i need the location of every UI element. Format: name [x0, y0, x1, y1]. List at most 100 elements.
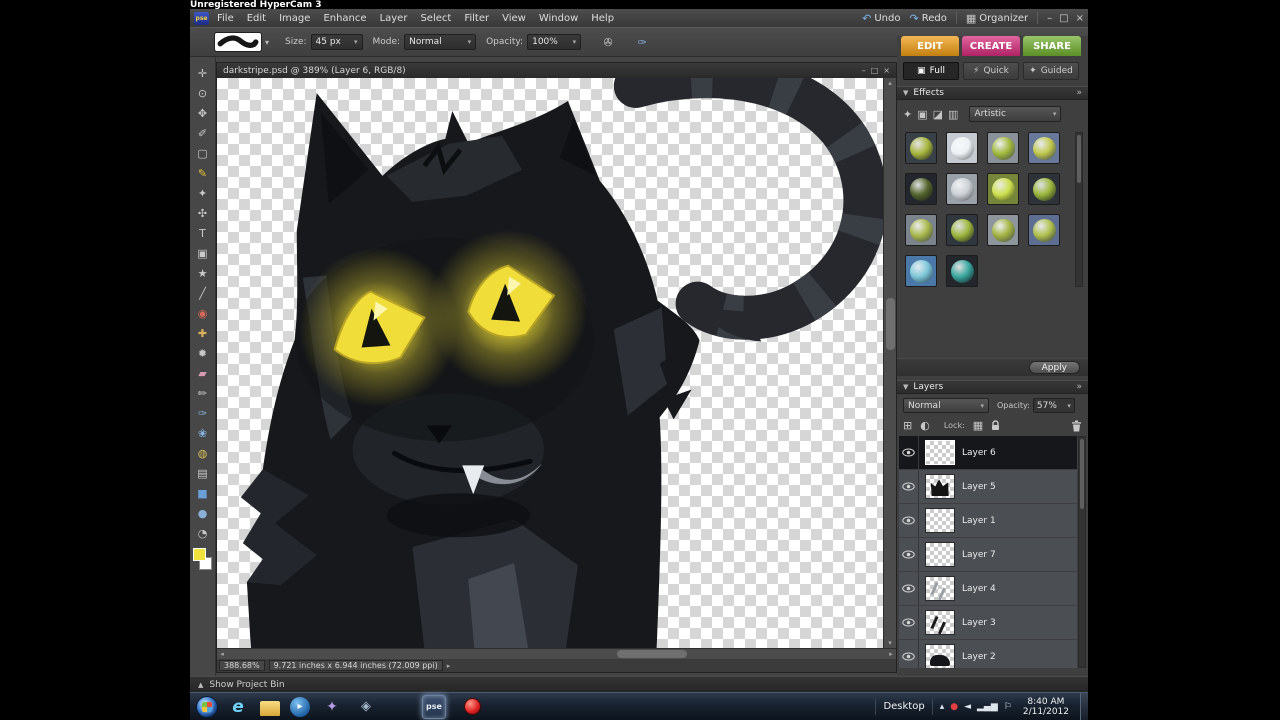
- layer-row-5[interactable]: Layer 5: [899, 470, 1077, 503]
- pse-taskbar-button[interactable]: pse: [422, 694, 446, 719]
- project-bin-bar[interactable]: ▲ Show Project Bin: [190, 676, 1088, 692]
- new-layer-icon[interactable]: ⊞: [903, 419, 912, 432]
- edit-mode-full[interactable]: ▣ Full: [903, 62, 959, 80]
- effect-thumb[interactable]: [946, 173, 978, 205]
- hypercam-tray-icon[interactable]: ●: [950, 702, 958, 712]
- quick-selection-tool[interactable]: ✣: [192, 203, 214, 223]
- red-eye-tool[interactable]: ◉: [192, 303, 214, 323]
- layer-thumbnail[interactable]: [925, 576, 955, 601]
- media-player-taskbar-icon[interactable]: ▸: [290, 696, 310, 717]
- layer-visibility-toggle[interactable]: [899, 606, 919, 639]
- scroll-right-icon[interactable]: ▸: [886, 650, 896, 658]
- layer-row-6[interactable]: Layer 6: [899, 436, 1077, 469]
- eraser-tool[interactable]: ▰: [192, 363, 214, 383]
- layer-opacity-select[interactable]: 57% ▾: [1032, 398, 1075, 413]
- network-icon[interactable]: ▂▄▆: [977, 702, 998, 712]
- delete-layer-icon[interactable]: [1071, 420, 1082, 432]
- organizer-button[interactable]: ▦ Organizer: [966, 12, 1028, 25]
- crop-tool[interactable]: ▣: [192, 243, 214, 263]
- pencil-tool[interactable]: ✏: [192, 383, 214, 403]
- app-taskbar-icon-1[interactable]: ✦: [320, 695, 344, 719]
- document-window-control-button[interactable]: –: [862, 66, 866, 75]
- smart-brush-tool[interactable]: ❀: [192, 423, 214, 443]
- effects-panel-header[interactable]: ▼ Effects »: [897, 86, 1088, 100]
- menu-item[interactable]: View: [502, 13, 526, 24]
- effects-scroll-thumb[interactable]: [1077, 135, 1081, 183]
- layer-styles-category-icon[interactable]: ▣: [917, 108, 927, 121]
- straighten-tool[interactable]: ╱: [192, 283, 214, 303]
- effects-category-select[interactable]: Artistic ▾: [969, 106, 1062, 122]
- hand-tool[interactable]: ✥: [192, 103, 214, 123]
- gradient-tool[interactable]: ▤: [192, 463, 214, 483]
- layers-scrollbar[interactable]: [1078, 436, 1086, 668]
- horizontal-scrollbar[interactable]: ◂ ▸: [217, 648, 896, 659]
- document-title-bar[interactable]: darkstripe.psd @ 389% (Layer 6, RGB/8) –…: [217, 63, 896, 78]
- hidden-icons-chevron[interactable]: ▴: [940, 702, 945, 712]
- panel-menu-icon[interactable]: »: [1076, 382, 1082, 392]
- brush-picker-arrow-icon[interactable]: ▾: [265, 38, 269, 47]
- effect-thumb[interactable]: [987, 214, 1019, 246]
- effect-thumb[interactable]: [987, 173, 1019, 205]
- layer-visibility-toggle[interactable]: [899, 640, 919, 668]
- scroll-down-icon[interactable]: ▾: [888, 638, 892, 648]
- desktop-toolbar-label[interactable]: Desktop: [883, 701, 924, 712]
- cookie-cutter-tool[interactable]: ★: [192, 263, 214, 283]
- layer-thumbnail[interactable]: [925, 508, 955, 533]
- all-effects-category-icon[interactable]: ▥: [948, 108, 958, 121]
- menu-item[interactable]: Edit: [247, 13, 266, 24]
- effect-thumb[interactable]: [1028, 132, 1060, 164]
- layer-visibility-toggle[interactable]: [899, 436, 919, 469]
- effect-thumb[interactable]: [1028, 173, 1060, 205]
- status-arrow-icon[interactable]: ▸: [447, 662, 451, 670]
- foreground-color-swatch[interactable]: [192, 548, 206, 561]
- effect-thumb[interactable]: [946, 255, 978, 287]
- document-window-control-button[interactable]: □: [871, 66, 879, 75]
- window-control-button[interactable]: –: [1047, 13, 1052, 24]
- effect-thumb[interactable]: [905, 214, 937, 246]
- scroll-up-icon[interactable]: ▴: [888, 78, 892, 88]
- layer-row-2[interactable]: Layer 2: [899, 640, 1077, 668]
- effect-thumb[interactable]: [987, 132, 1019, 164]
- adjustment-layer-icon[interactable]: ◐: [920, 419, 930, 432]
- panel-menu-icon[interactable]: »: [1076, 88, 1082, 98]
- zoom-tool[interactable]: ⊙: [192, 83, 214, 103]
- edit-mode-quick[interactable]: ⚡ Quick: [963, 62, 1019, 80]
- effect-thumb[interactable]: [905, 255, 937, 287]
- taskbar-clock[interactable]: 8:40 AM 2/11/2012: [1019, 697, 1073, 717]
- action-center-icon[interactable]: ⚐: [1004, 702, 1012, 712]
- explorer-taskbar-icon[interactable]: [260, 701, 280, 716]
- document-window-control-button[interactable]: ×: [883, 66, 890, 75]
- layer-thumbnail[interactable]: [925, 644, 955, 668]
- layer-thumbnail[interactable]: [925, 440, 955, 465]
- layers-scroll-thumb[interactable]: [1080, 439, 1084, 509]
- effects-scrollbar[interactable]: [1075, 132, 1083, 287]
- ie-taskbar-icon[interactable]: e: [226, 695, 250, 719]
- brush-size-select[interactable]: 45 px ▾: [310, 34, 363, 50]
- clone-stamp-tool[interactable]: ✹: [192, 343, 214, 363]
- brush-settings-icon[interactable]: ✑: [631, 32, 653, 52]
- lasso-tool[interactable]: ✎: [192, 163, 214, 183]
- layer-thumbnail[interactable]: [925, 542, 955, 567]
- healing-brush-tool[interactable]: ✚: [192, 323, 214, 343]
- photo-effects-category-icon[interactable]: ◪: [933, 108, 943, 121]
- vertical-scroll-thumb[interactable]: [886, 298, 895, 350]
- marquee-tool[interactable]: ▢: [192, 143, 214, 163]
- layer-visibility-toggle[interactable]: [899, 538, 919, 571]
- volume-icon[interactable]: ◄: [964, 702, 971, 712]
- effect-thumb[interactable]: [946, 214, 978, 246]
- project-bin-toggle-icon[interactable]: ▲: [198, 681, 203, 689]
- blend-mode-select[interactable]: Normal ▾: [404, 34, 477, 50]
- collapse-icon[interactable]: ▼: [903, 383, 908, 391]
- window-control-button[interactable]: ×: [1076, 13, 1084, 24]
- app-taskbar-icon-2[interactable]: ◈: [354, 695, 378, 719]
- effect-thumb[interactable]: [1028, 214, 1060, 246]
- apply-button[interactable]: Apply: [1028, 361, 1080, 374]
- tab-share[interactable]: SHARE: [1023, 36, 1081, 56]
- shape-tool[interactable]: ■: [192, 483, 214, 503]
- menu-item[interactable]: Enhance: [323, 13, 366, 24]
- menu-item[interactable]: File: [217, 13, 234, 24]
- layer-visibility-toggle[interactable]: [899, 504, 919, 537]
- horizontal-scroll-thumb[interactable]: [617, 650, 687, 658]
- brush-tool[interactable]: ✑: [192, 403, 214, 423]
- menu-item[interactable]: Select: [420, 13, 451, 24]
